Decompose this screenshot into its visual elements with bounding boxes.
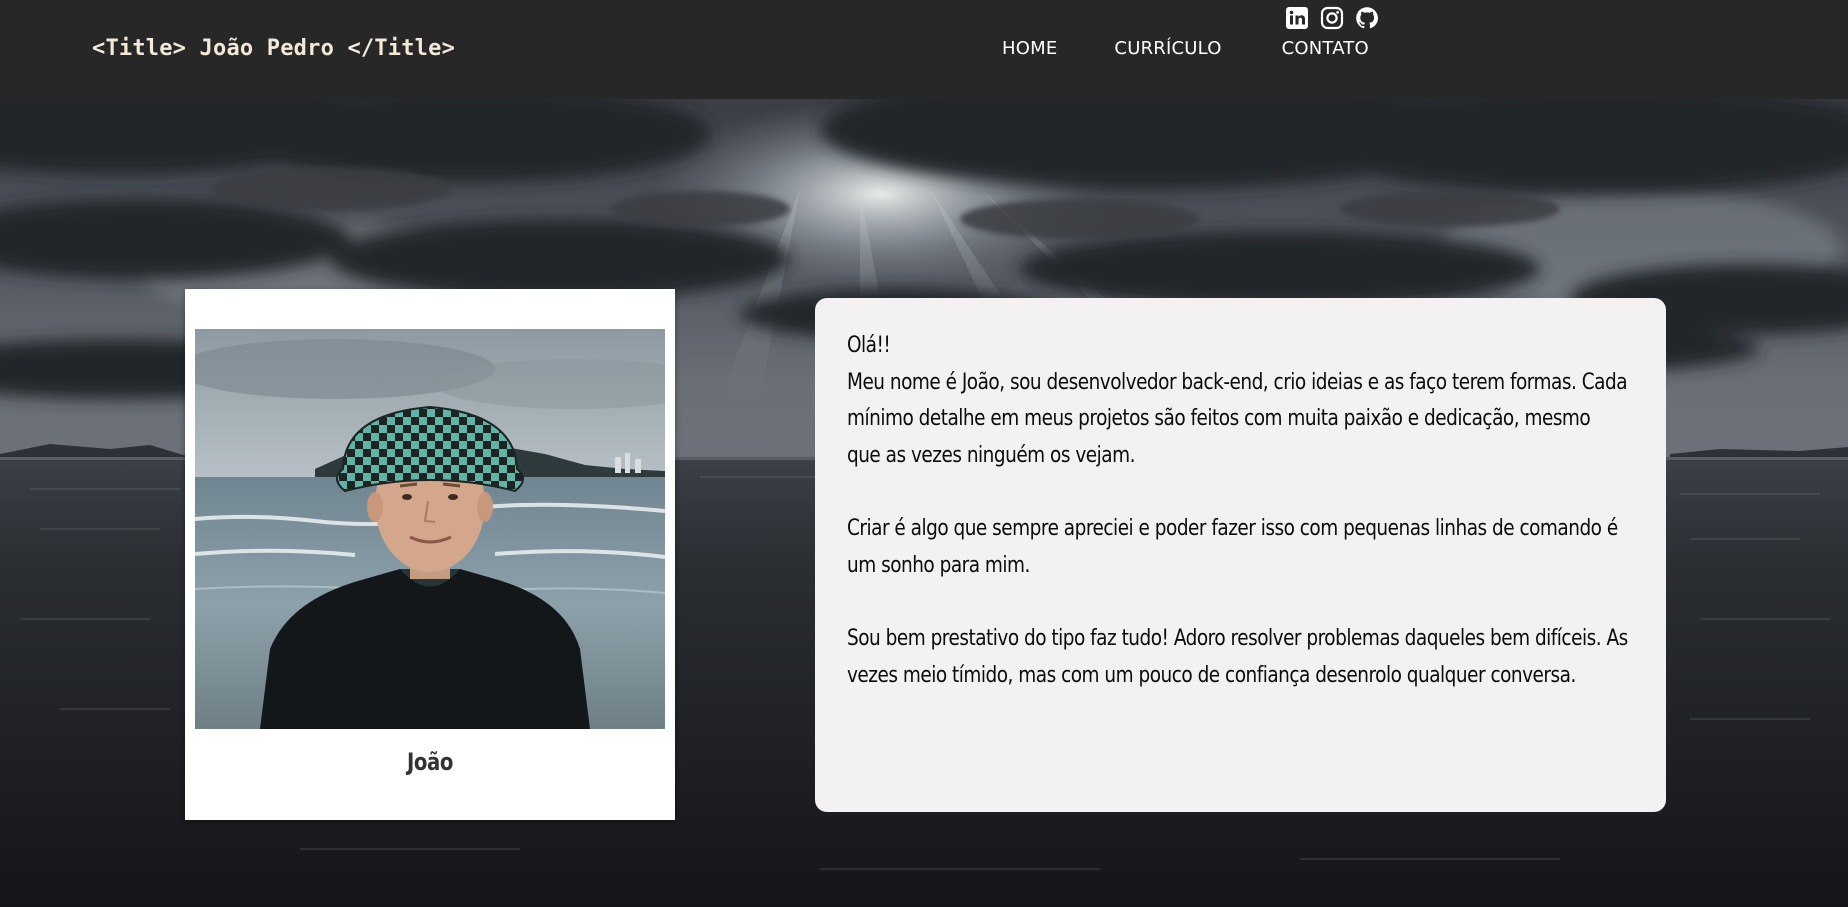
profile-caption: João bbox=[406, 748, 453, 776]
profile-polaroid: João bbox=[185, 289, 675, 820]
main-nav: HOME CURRÍCULO CONTATO bbox=[1002, 38, 1369, 59]
about-paragraph-3: Sou bem prestativo do tipo faz tudo! Ado… bbox=[847, 626, 1628, 688]
about-paragraph-1: Meu nome é João, sou desenvolvedor back-… bbox=[847, 369, 1628, 468]
nav-home[interactable]: HOME bbox=[1002, 38, 1057, 59]
github-icon[interactable] bbox=[1355, 6, 1379, 30]
nav-contato[interactable]: CONTATO bbox=[1282, 38, 1369, 59]
site-header: <Title> João Pedro </Title> HOME CURRÍCU… bbox=[0, 0, 1848, 99]
about-greeting: Olá!! bbox=[847, 333, 891, 358]
instagram-icon[interactable] bbox=[1320, 6, 1344, 30]
profile-photo-image bbox=[195, 329, 665, 729]
nav-curriculo[interactable]: CURRÍCULO bbox=[1114, 38, 1221, 59]
about-card: Olá!! Meu nome é João, sou desenvolvedor… bbox=[815, 298, 1666, 812]
profile-photo bbox=[195, 329, 665, 729]
about-intro: Olá!! Meu nome é João, sou desenvolvedor… bbox=[847, 328, 1628, 474]
site-brand[interactable]: <Title> João Pedro </Title> bbox=[92, 36, 455, 61]
about-paragraph-2: Criar é algo que sempre apreciei e poder… bbox=[847, 516, 1618, 578]
linkedin-icon[interactable] bbox=[1285, 6, 1309, 30]
about-text: Olá!! Meu nome é João, sou desenvolvedor… bbox=[847, 328, 1628, 694]
social-links bbox=[1285, 6, 1379, 30]
